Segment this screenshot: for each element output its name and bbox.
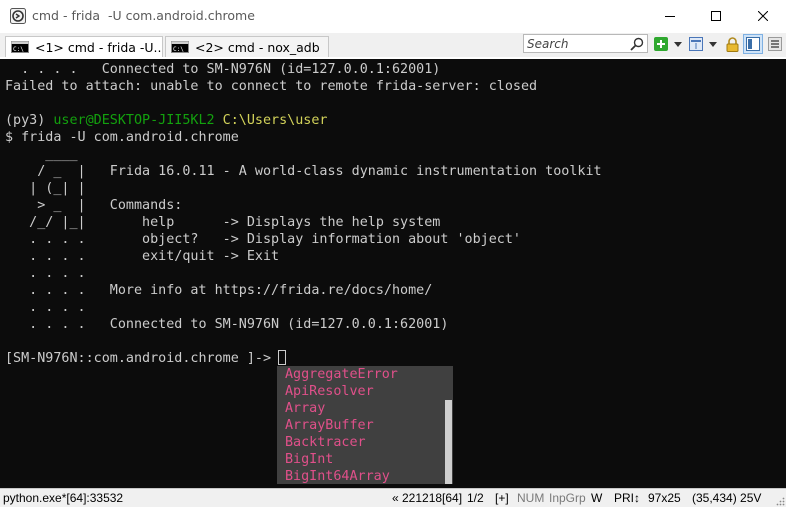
svg-text:C:\: C:\ [13, 46, 24, 53]
minimize-icon [665, 16, 675, 17]
status-position[interactable]: « 221218[64] [392, 491, 462, 505]
console-line: > _ | Commands: [5, 198, 183, 213]
command-line: $ frida -U com.android.chrome [5, 130, 239, 145]
prompt-path: C:\Users\user [214, 113, 328, 128]
tab-label: <1> cmd - frida -U... [35, 39, 163, 55]
console-line: Failed to attach: unable to connect to r… [5, 79, 538, 94]
console-line: . . . . Connected to SM-N976N (id=127.0.… [5, 62, 441, 77]
autocomplete-item[interactable]: AggregateError [285, 366, 398, 383]
plus-icon [654, 37, 668, 51]
panel-toggle-button[interactable] [743, 34, 763, 54]
minimize-button[interactable] [647, 0, 693, 32]
tab-label: <2> cmd - nox_adb [195, 39, 320, 55]
tab-bar: C:\ <1> cmd - frida -U... C:\ <2> cmd - … [0, 33, 786, 57]
window-layout-icon [689, 37, 703, 51]
conemu-icon[interactable] [10, 8, 26, 24]
autocomplete-item[interactable]: ApiResolver [285, 383, 374, 400]
title-bar: cmd - frida -U com.android.chrome [0, 0, 786, 32]
console-line: . . . . Connected to SM-N976N (id=127.0.… [5, 317, 449, 332]
tab-console-2[interactable]: C:\ <2> cmd - nox_adb [165, 36, 329, 57]
status-bar: python.exe*[64]:33532 « 221218[64] 1/2 [… [0, 488, 786, 507]
autocomplete-scroll-thumb[interactable] [445, 400, 452, 484]
console-line: / _ | Frida 16.0.11 - A world-class dyna… [5, 164, 602, 179]
chevron-down-icon [674, 41, 682, 47]
console-line: | (_| | [5, 181, 86, 196]
prompt-env: (py3) [5, 113, 54, 128]
status-process[interactable]: python.exe*[64]:33532 [3, 491, 123, 505]
lock-icon [726, 36, 738, 52]
main-menu-button[interactable] [767, 35, 783, 53]
console-line: . . . . [5, 266, 86, 281]
status-flags[interactable]: [+] [495, 491, 509, 505]
new-console-button[interactable] [653, 35, 669, 53]
window-title: cmd - frida -U com.android.chrome [32, 8, 255, 23]
status-input-group[interactable]: InpGrp [549, 491, 586, 505]
frida-prompt: [SM-N976N::com.android.chrome ]-> [5, 351, 280, 366]
search-icon[interactable] [629, 36, 645, 52]
panel-icon [746, 37, 760, 51]
status-priority[interactable]: PRI↕ [614, 491, 640, 505]
autocomplete-item[interactable]: Backtracer [285, 434, 366, 451]
prompt-line: (py3) user@DESKTOP-JII5KL2 C:\Users\user [5, 112, 328, 129]
autocomplete-popup[interactable]: AggregateError ApiResolver Array ArrayBu… [277, 366, 453, 484]
close-button[interactable] [740, 0, 786, 32]
close-icon [758, 11, 768, 21]
status-page[interactable]: 1/2 [467, 491, 484, 505]
status-size[interactable]: 97x25 [648, 491, 681, 505]
tab-console-1[interactable]: C:\ <1> cmd - frida -U... [5, 36, 163, 57]
console-area[interactable]: . . . . Connected to SM-N976N (id=127.0.… [0, 59, 786, 488]
maximize-button[interactable] [693, 0, 739, 32]
cmd-icon: C:\ [11, 41, 29, 53]
maximize-icon [711, 11, 721, 21]
status-num[interactable]: NUM [517, 491, 544, 505]
prompt-user-host: user@DESKTOP-JII5KL2 [53, 113, 215, 128]
window-layout-button[interactable] [688, 35, 704, 53]
resize-grip-icon[interactable] [775, 496, 785, 506]
autocomplete-item[interactable]: BigInt64Array [285, 468, 390, 484]
console-line: . . . . [5, 300, 86, 315]
hamburger-icon [768, 37, 782, 51]
cmd-icon: C:\ [171, 41, 189, 53]
console-line: . . . . exit/quit -> Exit [5, 249, 280, 264]
chevron-down-icon [709, 41, 717, 47]
search-input[interactable] [527, 36, 627, 51]
status-cursor[interactable]: (35,434) 25V [692, 491, 761, 505]
autocomplete-item[interactable]: BigInt [285, 451, 333, 468]
status-w[interactable]: W [591, 491, 602, 505]
window-layout-dropdown[interactable] [707, 35, 719, 53]
console-line: ____ [5, 147, 78, 162]
lock-button[interactable] [724, 35, 740, 53]
console-line: . . . . object? -> Display information a… [5, 232, 521, 247]
svg-text:C:\: C:\ [173, 46, 184, 53]
console-line: /_/ |_| help -> Displays the help system [5, 215, 441, 230]
new-console-dropdown[interactable] [672, 35, 684, 53]
text-cursor [278, 350, 286, 365]
search-box[interactable] [523, 34, 648, 53]
autocomplete-item[interactable]: ArrayBuffer [285, 417, 374, 434]
autocomplete-item[interactable]: Array [285, 400, 325, 417]
console-line: . . . . More info at https://frida.re/do… [5, 283, 433, 298]
